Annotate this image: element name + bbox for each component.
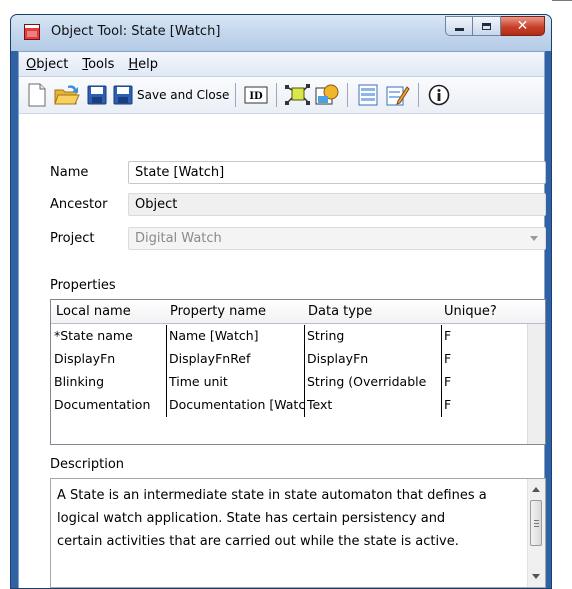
menu-help-mnemonic: H xyxy=(128,56,139,72)
column-header-unique[interactable]: Unique? xyxy=(444,304,497,319)
save-button[interactable] xyxy=(83,81,111,109)
grid-header: Local name Property name Data type Uniqu… xyxy=(51,300,545,324)
cell-property-name: Name [Watch] xyxy=(167,325,305,348)
cell-data-type: String xyxy=(305,325,442,348)
object-symbol-icon xyxy=(315,84,339,105)
table-row[interactable]: Blinking Time unit String (Overridable F xyxy=(52,371,520,394)
cell-unique: F xyxy=(444,397,452,412)
toolbar-separator xyxy=(418,83,420,107)
info-icon xyxy=(429,84,450,106)
cell-property-name: DisplayFnRef xyxy=(167,348,305,371)
table-row[interactable]: DisplayFn DisplayFnRef DisplayFn F xyxy=(52,348,520,371)
description-line: A State is an intermediate state in stat… xyxy=(57,488,487,503)
id-button[interactable]: ID xyxy=(242,81,270,109)
description-text: A State is an intermediate state in stat… xyxy=(57,484,517,553)
ancestor-field: Object xyxy=(128,193,546,216)
grip-line xyxy=(534,520,539,521)
description-label: Description xyxy=(50,457,125,472)
cell-data-type: String (Overridable xyxy=(305,371,442,394)
properties-label: Properties xyxy=(50,278,116,293)
save-icon xyxy=(87,85,107,105)
menu-object-mnemonic: O xyxy=(26,56,37,72)
scroll-thumb[interactable] xyxy=(530,500,542,546)
description-scrollbar[interactable] xyxy=(527,479,545,587)
maximize-icon xyxy=(482,22,491,30)
save-and-close-button[interactable]: Save and Close xyxy=(113,81,229,109)
save-and-close-label: Save and Close xyxy=(137,88,230,102)
grid-body: *State name Name [Watch] String F Displa… xyxy=(52,325,520,444)
properties-dialog-button[interactable] xyxy=(354,81,382,109)
table-row[interactable]: Documentation Documentation [Watch] Text… xyxy=(52,394,520,417)
toolbar-separator xyxy=(235,83,237,107)
menu-object-label: bject xyxy=(36,56,69,72)
menu-tools-label: ools xyxy=(88,56,115,72)
id-label: ID xyxy=(250,91,264,102)
cell-property-name: Documentation [Watch] xyxy=(167,394,305,417)
minimize-button[interactable] xyxy=(445,16,473,36)
cell-local-name: Blinking xyxy=(52,371,167,394)
toolbar-separator xyxy=(347,83,349,107)
edit-form-icon xyxy=(386,86,410,106)
open-folder-icon xyxy=(54,85,80,105)
symbol-button[interactable] xyxy=(313,81,341,109)
edit-form-button[interactable] xyxy=(384,81,412,109)
cell-data-type: Text xyxy=(305,394,442,417)
new-button[interactable] xyxy=(23,81,51,109)
save-and-close-icon xyxy=(113,85,133,105)
toolbar-separator xyxy=(276,83,278,107)
name-label: Name xyxy=(50,165,89,180)
ancestor-label: Ancestor xyxy=(50,197,108,212)
cell-local-name: DisplayFn xyxy=(52,348,167,371)
project-value: Digital Watch xyxy=(135,231,222,246)
cell-local-name: Documentation xyxy=(52,394,167,417)
name-field[interactable]: State [Watch] xyxy=(128,161,546,184)
maximize-button[interactable] xyxy=(473,16,501,36)
close-icon: ✕ xyxy=(516,18,529,34)
window-client-area: Object Tools Help Save and Close ID Name… xyxy=(18,51,546,588)
background-line xyxy=(552,0,572,1)
cell-property-name: Time unit xyxy=(167,371,305,394)
info-button[interactable] xyxy=(425,81,453,109)
id-icon: ID xyxy=(244,86,268,104)
cell-unique: F xyxy=(444,328,452,343)
table-row[interactable]: *State name Name [Watch] String F xyxy=(52,325,520,348)
menu-bar: Object Tools Help xyxy=(19,52,544,77)
properties-grid: Local name Property name Data type Uniqu… xyxy=(50,299,546,445)
scroll-up-icon[interactable] xyxy=(532,487,540,492)
new-document-icon xyxy=(28,83,46,107)
description-line: certain activities that are carried out … xyxy=(57,534,459,549)
grip-line xyxy=(534,526,539,527)
caption-buttons: ✕ xyxy=(445,16,545,37)
toolbar: Save and Close ID xyxy=(19,77,544,114)
description-textarea[interactable]: A State is an intermediate state in stat… xyxy=(50,478,546,588)
project-label: Project xyxy=(50,231,95,246)
menu-help[interactable]: Help xyxy=(121,57,165,72)
menu-tools[interactable]: Tools xyxy=(75,57,121,72)
cell-unique: F xyxy=(444,374,452,389)
menu-object[interactable]: Object xyxy=(19,57,75,72)
scroll-down-icon[interactable] xyxy=(532,574,540,579)
cell-local-name: *State name xyxy=(52,325,167,348)
graph-button[interactable] xyxy=(283,81,311,109)
grip-line xyxy=(534,523,539,524)
object-tool-window: Object Tool: State [Watch] ✕ Object Tool… xyxy=(10,14,552,589)
app-window-icon[interactable] xyxy=(24,24,40,40)
cell-unique: F xyxy=(444,351,452,366)
column-header-local-name[interactable]: Local name xyxy=(56,304,131,319)
column-header-data-type[interactable]: Data type xyxy=(308,304,372,319)
project-combo: Digital Watch xyxy=(128,227,546,250)
menu-help-label: elp xyxy=(138,56,159,72)
description-line: logical watch application. State has cer… xyxy=(57,511,446,526)
title-bar[interactable]: Object Tool: State [Watch] ✕ xyxy=(11,15,551,51)
object-graph-icon xyxy=(285,84,311,105)
close-button[interactable]: ✕ xyxy=(501,16,545,36)
chevron-down-icon xyxy=(530,236,538,241)
property-dialog-icon xyxy=(358,84,378,106)
column-header-property-name[interactable]: Property name xyxy=(170,304,266,319)
open-button[interactable] xyxy=(53,81,81,109)
window-title: Object Tool: State [Watch] xyxy=(51,24,221,39)
cell-data-type: DisplayFn xyxy=(305,348,442,371)
grid-scrollbar[interactable] xyxy=(527,324,545,444)
minimize-icon xyxy=(454,28,464,31)
